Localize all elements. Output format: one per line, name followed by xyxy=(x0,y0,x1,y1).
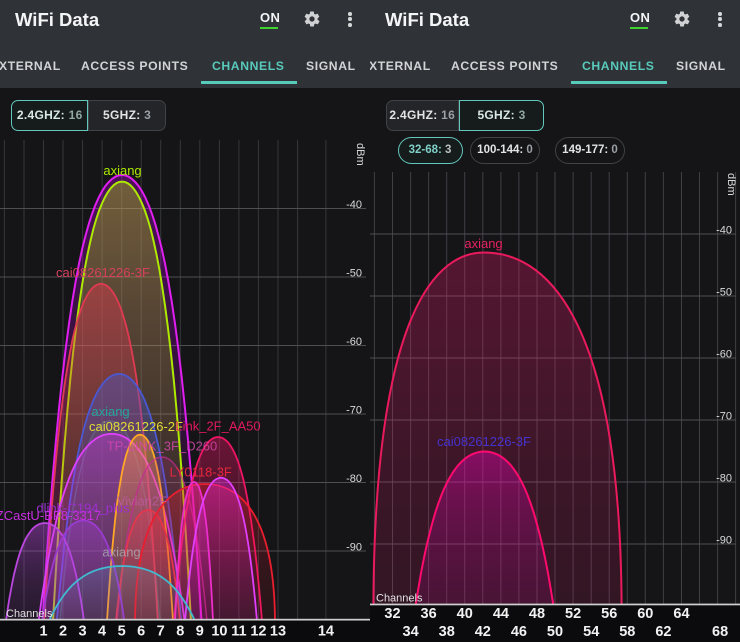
svg-text:-80: -80 xyxy=(716,473,732,485)
svg-text:4: 4 xyxy=(98,624,106,640)
svg-text:cai08261226-3F: cai08261226-3F xyxy=(437,434,531,449)
svg-text:cai08261226-3F: cai08261226-3F xyxy=(56,265,150,280)
svg-text:Link_2F_AA50: Link_2F_AA50 xyxy=(175,419,260,434)
svg-text:-40: -40 xyxy=(346,199,362,211)
svg-text:50: 50 xyxy=(547,624,563,640)
svg-text:6: 6 xyxy=(137,624,145,640)
svg-text:8: 8 xyxy=(176,624,184,640)
svg-text:axiang: axiang xyxy=(464,236,502,251)
svg-text:10: 10 xyxy=(211,624,227,640)
svg-text:TP-LINK_3F_D260: TP-LINK_3F_D260 xyxy=(107,439,218,454)
svg-text:LY0118-3F: LY0118-3F xyxy=(169,465,231,480)
svg-text:-50: -50 xyxy=(716,287,732,299)
svg-text:cai08261226-2F: cai08261226-2F xyxy=(89,419,183,434)
svg-text:62: 62 xyxy=(655,624,671,640)
svg-text:1: 1 xyxy=(39,624,47,640)
svg-text:56: 56 xyxy=(601,606,617,622)
svg-text:54: 54 xyxy=(583,624,599,640)
svg-text:ZCastU-BF8-3317: ZCastU-BF8-3317 xyxy=(0,508,101,523)
svg-text:48: 48 xyxy=(529,606,545,622)
svg-text:-90: -90 xyxy=(716,535,732,547)
svg-text:5: 5 xyxy=(118,624,126,640)
svg-text:-60: -60 xyxy=(346,336,362,348)
svg-text:34: 34 xyxy=(403,624,419,640)
svg-text:-60: -60 xyxy=(716,349,732,361)
svg-text:-80: -80 xyxy=(346,473,362,485)
svg-text:-70: -70 xyxy=(346,405,362,417)
svg-text:-70: -70 xyxy=(716,411,732,423)
svg-text:-50: -50 xyxy=(346,268,362,280)
svg-text:52: 52 xyxy=(565,606,581,622)
svg-text:Channels: Channels xyxy=(376,593,423,605)
svg-text:14: 14 xyxy=(318,624,334,640)
svg-text:-40: -40 xyxy=(716,225,732,237)
svg-text:13: 13 xyxy=(270,624,286,640)
svg-text:42: 42 xyxy=(475,624,491,640)
svg-text:7: 7 xyxy=(157,624,165,640)
svg-text:68: 68 xyxy=(712,624,728,640)
svg-text:44: 44 xyxy=(493,606,509,622)
svg-text:axiang: axiang xyxy=(91,404,129,419)
svg-text:40: 40 xyxy=(457,606,473,622)
svg-text:64: 64 xyxy=(673,606,689,622)
svg-text:Channels: Channels xyxy=(6,608,53,620)
svg-text:58: 58 xyxy=(619,624,635,640)
svg-text:dBm: dBm xyxy=(354,143,366,166)
svg-text:46: 46 xyxy=(511,624,527,640)
svg-text:9: 9 xyxy=(196,624,204,640)
svg-text:axiang: axiang xyxy=(102,545,140,560)
svg-text:11: 11 xyxy=(231,624,246,640)
svg-text:axiang: axiang xyxy=(103,163,141,178)
svg-text:2: 2 xyxy=(59,624,67,640)
svg-text:38: 38 xyxy=(439,624,455,640)
svg-text:12: 12 xyxy=(250,624,266,640)
svg-text:3: 3 xyxy=(79,624,87,640)
svg-text:-90: -90 xyxy=(346,542,362,554)
svg-text:36: 36 xyxy=(421,606,437,622)
svg-text:32: 32 xyxy=(384,606,400,622)
svg-text:dBm: dBm xyxy=(725,173,737,196)
svg-text:60: 60 xyxy=(637,606,653,622)
